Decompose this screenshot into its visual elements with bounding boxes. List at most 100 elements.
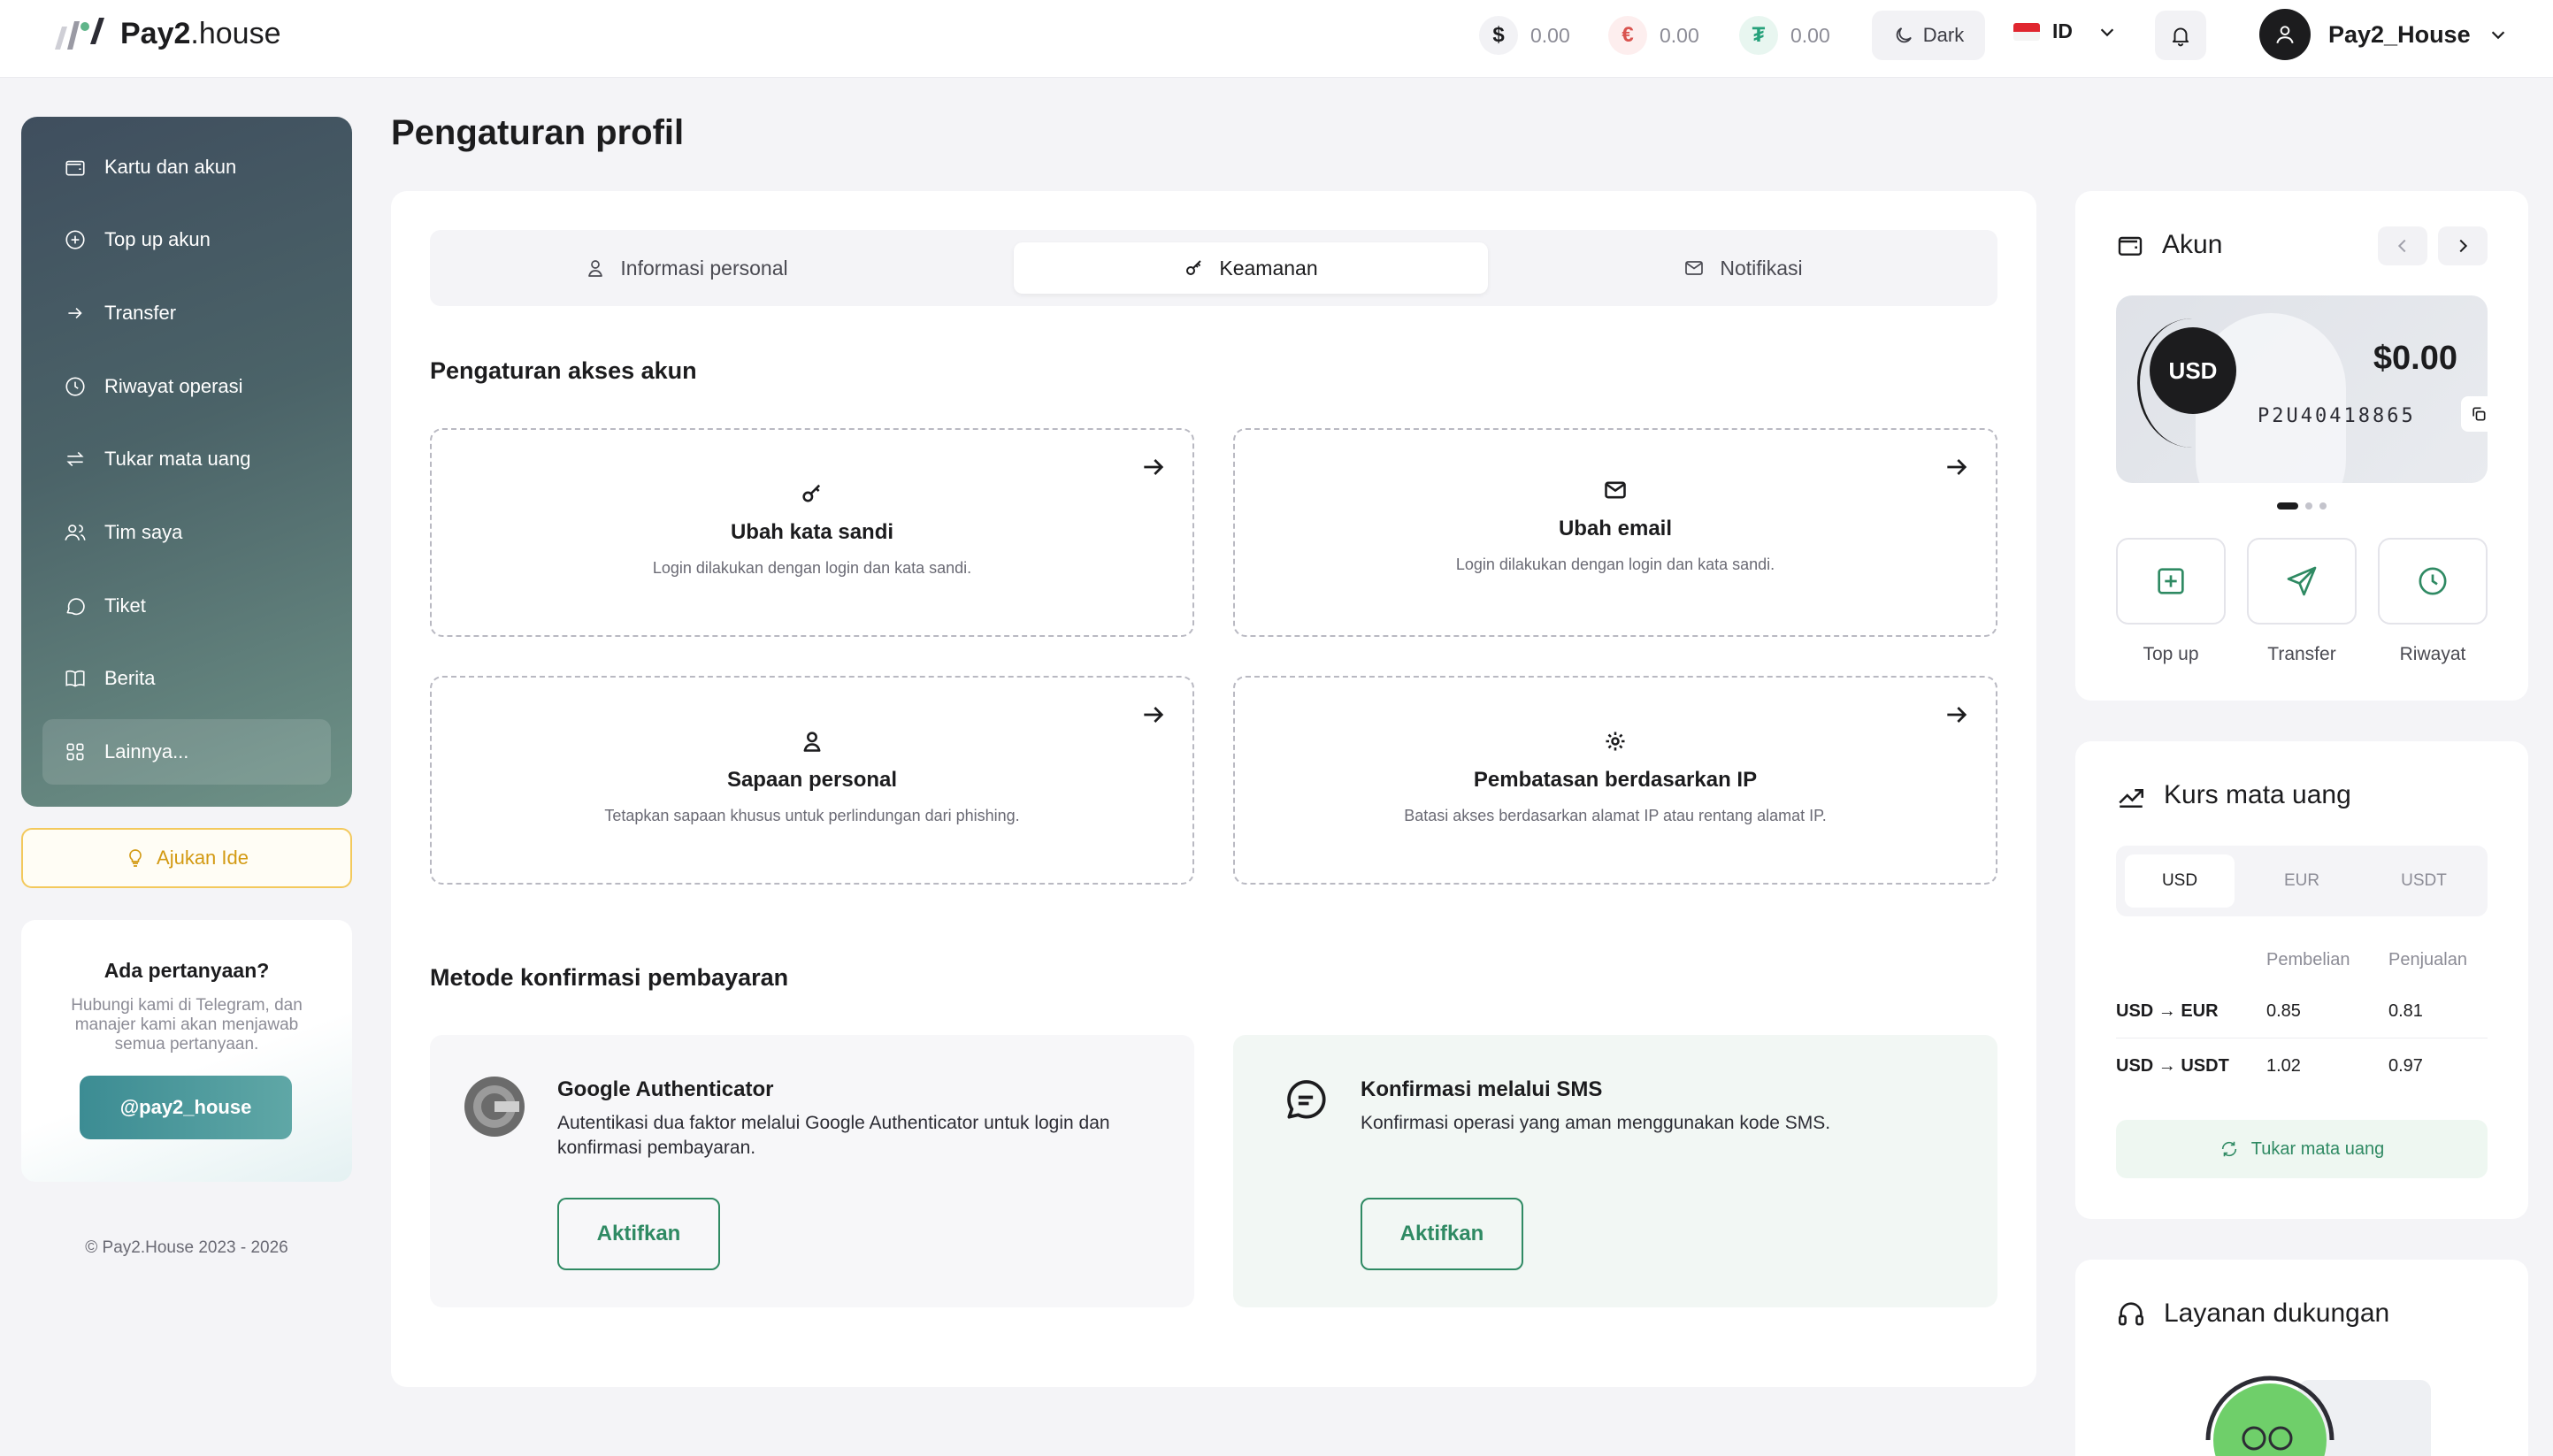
- column-buy-header: Pembelian: [2266, 950, 2350, 969]
- notifications-button[interactable]: [2155, 11, 2206, 60]
- plus-square-icon: [2158, 568, 2184, 594]
- language-selector[interactable]: ID: [2013, 19, 2117, 43]
- chevron-down-icon: [2100, 27, 2114, 36]
- change-email-option[interactable]: Ubah email Login dilakukan dengan login …: [1233, 428, 1997, 637]
- tab-notifications[interactable]: Notifikasi: [1488, 230, 1997, 306]
- sidebar-item-transfer[interactable]: Transfer: [42, 280, 331, 346]
- indonesia-flag-icon: [2013, 22, 2040, 41]
- account-title: Akun: [2162, 230, 2223, 259]
- method-desc: Konfirmasi operasi yang aman menggunakan…: [1361, 1113, 1831, 1133]
- wallet-icon: [65, 160, 85, 176]
- account-prev-button[interactable]: [2378, 226, 2427, 265]
- sidebar-item-tickets[interactable]: Tiket: [42, 573, 331, 639]
- logo-mark-icon: [55, 18, 104, 50]
- quick-action-history[interactable]: Riwayat: [2378, 538, 2488, 665]
- column-sell-header: Penjualan: [2388, 950, 2467, 969]
- user-menu[interactable]: Pay2_House: [2259, 9, 2508, 60]
- currency-badge: USD: [2150, 327, 2236, 414]
- theme-toggle-label: Dark: [1922, 24, 1965, 46]
- wallet-icon: [2118, 236, 2143, 256]
- sidebar-item-exchange[interactable]: Tukar mata uang: [42, 426, 331, 492]
- sidebar: Kartu dan akun Top up akun Transfer Riwa…: [21, 117, 352, 807]
- balance-usd[interactable]: $ 0.00: [1479, 16, 1570, 55]
- access-settings-title: Pengaturan akses akun: [430, 357, 697, 384]
- sidebar-item-label: Top up akun: [104, 228, 211, 250]
- method-title: Google Authenticator: [557, 1077, 774, 1101]
- message-icon: [1287, 1080, 1326, 1119]
- submit-idea-button[interactable]: Ajukan Ide: [21, 828, 352, 888]
- exchange-currency-button[interactable]: Tukar mata uang: [2116, 1120, 2488, 1178]
- quick-action-label: Top up: [2143, 644, 2199, 664]
- rate-sell: 0.81: [2388, 1001, 2423, 1021]
- sidebar-item-team[interactable]: Tim saya: [42, 500, 331, 565]
- currency-tab-usd[interactable]: USD: [2125, 854, 2235, 908]
- tab-personal-info[interactable]: Informasi personal: [430, 230, 943, 306]
- sidebar-item-label: Lainnya...: [104, 740, 189, 762]
- rate-buy: 1.02: [2266, 1056, 2301, 1076]
- copy-icon: [2472, 407, 2486, 421]
- euro-icon: €: [1608, 16, 1647, 55]
- rates-card-header: Kurs mata uang: [2116, 780, 2351, 810]
- help-card: Ada pertanyaan? Hubungi kami di Telegram…: [21, 920, 352, 1182]
- sidebar-item-label: Tiket: [104, 594, 146, 617]
- arrow-right-icon: [1144, 459, 1164, 475]
- quick-action-transfer[interactable]: Transfer: [2247, 538, 2357, 665]
- change-password-option[interactable]: Ubah kata sandi Login dilakukan dengan l…: [430, 428, 1194, 637]
- help-text: Hubungi kami di Telegram, dan manajer ka…: [71, 996, 303, 1054]
- moon-icon: [1896, 27, 1912, 43]
- user-icon: [803, 732, 821, 752]
- key-icon: [1186, 260, 1202, 275]
- arrow-right-icon: [1144, 707, 1164, 723]
- personal-greeting-option[interactable]: Sapaan personal Tetapkan sapaan khusus u…: [430, 676, 1194, 885]
- option-desc: Login dilakukan dengan login dan kata sa…: [652, 559, 972, 577]
- chat-icon: [66, 598, 85, 616]
- currency-tab-usdt[interactable]: USDT: [2369, 846, 2479, 916]
- telegram-button[interactable]: @pay2_house: [80, 1076, 292, 1139]
- sidebar-item-topup[interactable]: Top up akun: [42, 207, 331, 272]
- currency-tabs: USD EUR USDT: [2116, 846, 2488, 916]
- account-next-button[interactable]: [2438, 226, 2488, 265]
- currency-tab-eur[interactable]: EUR: [2247, 846, 2357, 916]
- exchange-currency-label: Tukar mata uang: [2250, 1138, 2385, 1159]
- copyright: © Pay2.House 2023 - 2026: [85, 1238, 288, 1257]
- exchange-rates-card: Kurs mata uang USD EUR USDT Pembelian Pe…: [2075, 741, 2528, 1219]
- sidebar-item-news[interactable]: Berita: [42, 646, 331, 711]
- tab-security[interactable]: Keamanan: [1014, 242, 1488, 294]
- balance-usdt[interactable]: ₮ 0.00: [1739, 16, 1830, 55]
- ip-restriction-option[interactable]: Pembatasan berdasarkan IP Batasi akses b…: [1233, 676, 1997, 885]
- balance-eur[interactable]: € 0.00: [1608, 16, 1699, 55]
- support-title: Layanan dukungan: [2164, 1299, 2390, 1328]
- quick-action-label: Riwayat: [2399, 644, 2466, 664]
- sidebar-item-more[interactable]: Lainnya...: [42, 719, 331, 785]
- user-icon: [2276, 26, 2294, 44]
- activate-google-authenticator-button[interactable]: Aktifkan: [557, 1198, 720, 1270]
- exchange-icon: [66, 451, 84, 467]
- top-bar: Pay2.house $ 0.00 € 0.00 ₮ 0.00 Dark ID …: [0, 0, 2553, 78]
- balance-usd-value: 0.00: [1530, 23, 1570, 47]
- sidebar-item-cards[interactable]: Kartu dan akun: [42, 134, 331, 200]
- method-title: Konfirmasi melalui SMS: [1361, 1077, 1603, 1101]
- account-balance-card[interactable]: USD $0.00 P2U40418865: [2116, 295, 2488, 483]
- book-icon: [65, 670, 85, 687]
- rate-row: USD → EUR 0.85 0.81: [2116, 985, 2488, 1038]
- trending-up-icon: [2119, 789, 2144, 808]
- arrow-right-icon: [1947, 707, 1967, 723]
- copy-account-number-button[interactable]: [2461, 396, 2488, 432]
- user-name: Pay2_House: [2328, 20, 2471, 48]
- tab-label: Notifikasi: [1720, 256, 1803, 280]
- submit-idea-label: Ajukan Ide: [157, 847, 249, 869]
- theme-toggle-button[interactable]: Dark: [1872, 11, 1985, 60]
- headphones-icon: [2118, 1302, 2144, 1326]
- avatar: [2259, 9, 2311, 60]
- sidebar-item-history[interactable]: Riwayat operasi: [42, 354, 331, 419]
- gear-icon: [1606, 732, 1625, 751]
- clock-icon: [2419, 567, 2447, 595]
- logo[interactable]: Pay2.house: [50, 14, 281, 53]
- sidebar-item-label: Riwayat operasi: [104, 375, 243, 397]
- activate-sms-button[interactable]: Aktifkan: [1361, 1198, 1523, 1270]
- quick-action-topup[interactable]: Top up: [2116, 538, 2226, 665]
- option-desc: Batasi akses berdasarkan alamat IP atau …: [1404, 807, 1827, 824]
- sidebar-item-label: Kartu dan akun: [104, 156, 237, 178]
- logo-text: Pay2.house: [120, 16, 281, 50]
- rate-buy: 0.85: [2266, 1001, 2301, 1021]
